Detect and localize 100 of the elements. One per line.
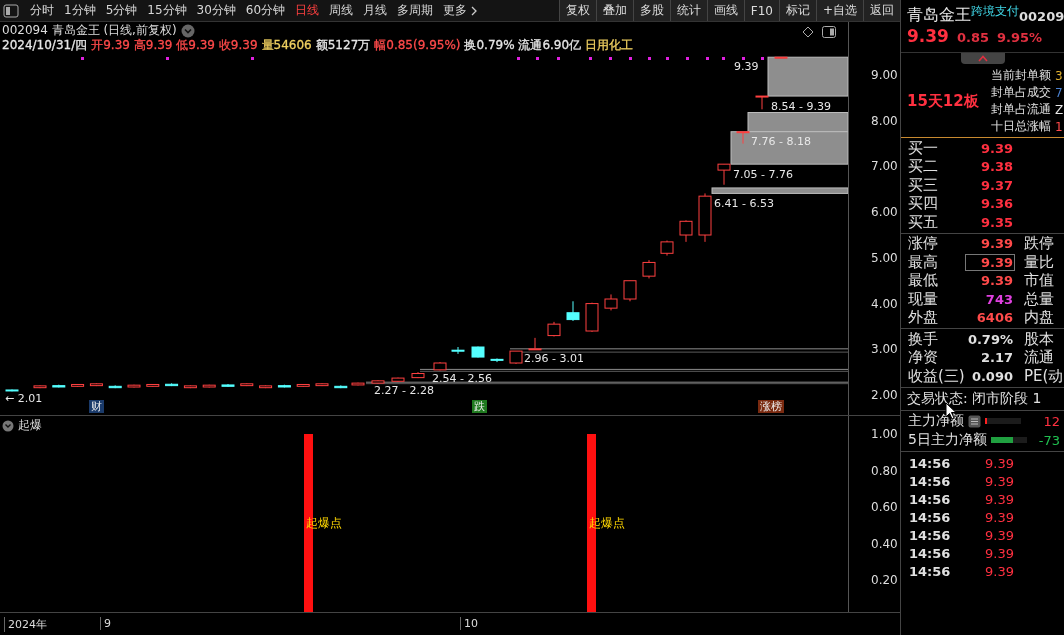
quote-text: 开9.39 高9.39 低9.39 收9.39 xyxy=(91,37,258,54)
toolbar-button[interactable]: 叠加 xyxy=(595,0,633,21)
event-marker[interactable]: 财 xyxy=(89,400,104,413)
flow-value: -73 xyxy=(1038,432,1061,448)
axis-label: 0.20 xyxy=(871,573,898,587)
candlestick xyxy=(183,384,197,389)
stat-value: 9.39 xyxy=(979,236,1014,252)
quote-text: 量54606 xyxy=(261,37,312,54)
stat-value: 9.39 xyxy=(979,273,1014,289)
percent-change: 9.95% xyxy=(997,30,1043,45)
axis-label: 8.00 xyxy=(871,113,898,128)
stat-label: 十日总涨幅 xyxy=(991,118,1051,135)
candlestick xyxy=(660,240,674,257)
candlestick xyxy=(471,346,485,358)
candlestick xyxy=(566,300,580,322)
axis-label: 5.00 xyxy=(871,250,898,265)
candlestick xyxy=(146,383,160,388)
period-tab[interactable]: 分时 xyxy=(25,2,59,19)
toolbar-button[interactable]: F10 xyxy=(743,0,779,21)
stat-label: 最低 xyxy=(908,271,939,291)
stat-value: 3 xyxy=(1055,68,1063,83)
toolbar-button[interactable]: 多股 xyxy=(632,0,670,21)
candlestick xyxy=(391,377,405,383)
price-range-label: 9.39 xyxy=(734,61,759,73)
stat-label: PE(动 xyxy=(1024,366,1064,386)
candlestick xyxy=(52,384,66,388)
price-range-label: 2.54 - 2.56 xyxy=(432,373,492,385)
quote-text: 额5127万 xyxy=(315,37,371,54)
candlestick xyxy=(89,382,103,387)
candlestick xyxy=(736,131,750,145)
toolbar-button[interactable]: 画线 xyxy=(706,0,744,21)
candlestick xyxy=(490,357,504,363)
candlestick xyxy=(296,383,310,388)
stat-label: 最高 xyxy=(908,252,939,272)
stat-value: 6406 xyxy=(975,310,1014,326)
bid-price: 9.36 xyxy=(979,196,1014,212)
period-tab[interactable]: 日线 xyxy=(290,2,325,19)
event-marker[interactable]: 涨榜 xyxy=(758,400,784,413)
candlestick xyxy=(165,382,179,387)
quote-text: 换0.79% 流通6.90亿 xyxy=(464,37,582,54)
concept-tag[interactable]: 跨境支付 xyxy=(971,3,1019,20)
stat-value: 743 xyxy=(984,291,1014,307)
panel-toggle-icon xyxy=(822,26,836,38)
stat-value: 7 xyxy=(1055,85,1063,100)
dropdown-icon xyxy=(180,23,195,38)
axis-label: 4.00 xyxy=(871,296,898,311)
candlestick xyxy=(774,56,788,59)
period-tab[interactable]: 1分钟 xyxy=(59,2,101,19)
axis-label: 7.00 xyxy=(871,159,898,174)
quote-text: 幅0.85(9.95%) xyxy=(374,37,461,54)
stat-label: 当前封单额 xyxy=(991,67,1051,84)
trading-status: 交易状态: 闭市阶段 1 xyxy=(907,389,1043,408)
toolbar-button[interactable]: 返回 xyxy=(863,0,900,21)
trade-time: 14:56 xyxy=(909,546,952,561)
period-tab[interactable]: 60分钟 xyxy=(240,2,291,19)
bid-label: 买三 xyxy=(908,175,939,195)
period-tab[interactable]: 周线 xyxy=(324,2,359,19)
stat-label: 净资 xyxy=(908,348,939,368)
period-tab[interactable]: 多周期 xyxy=(392,2,439,19)
candlestick xyxy=(240,382,254,387)
time-label: 9 xyxy=(100,617,111,630)
period-tab[interactable]: 15分钟 xyxy=(142,2,192,19)
candlestick xyxy=(509,350,523,365)
trade-price: 9.39 xyxy=(985,492,1014,507)
event-marker[interactable]: 跌 xyxy=(472,400,487,413)
period-tab[interactable]: 30分钟 xyxy=(191,2,241,19)
trade-time: 14:56 xyxy=(909,528,952,543)
toolbar-button[interactable]: 统计 xyxy=(669,0,707,21)
candlestick xyxy=(221,383,235,388)
trade-price: 9.39 xyxy=(985,474,1014,489)
toolbar-button[interactable]: 标记 xyxy=(778,0,816,21)
candlestick xyxy=(547,321,561,337)
stat-label: 量比 xyxy=(1024,252,1054,272)
stat-label: 流通 xyxy=(1024,348,1054,368)
stock-name: 青岛金王 xyxy=(907,5,971,26)
candlestick xyxy=(698,192,712,243)
stat-label: 市值 xyxy=(1024,271,1054,291)
period-tab[interactable]: 月线 xyxy=(358,2,393,19)
period-tab[interactable]: 5分钟 xyxy=(100,2,143,19)
diamond-icon xyxy=(802,26,814,38)
candlestick xyxy=(411,371,425,379)
toolbar-button[interactable]: +自选 xyxy=(815,0,863,21)
price-range-label: 7.76 - 8.18 xyxy=(751,136,811,148)
chart-title: 002094 青岛金王 (日线,前复权) xyxy=(2,22,177,39)
toolbar-button[interactable]: 复权 xyxy=(558,0,596,21)
candlestick xyxy=(433,361,447,371)
more-menu[interactable]: 更多 xyxy=(438,2,484,19)
list-icon xyxy=(968,414,981,428)
trade-time: 14:56 xyxy=(909,456,952,471)
candlestick xyxy=(202,384,216,388)
collapse-icon xyxy=(2,419,14,432)
stat-label: 封单占成交 xyxy=(991,84,1051,101)
stat-label: 跌停 xyxy=(1024,234,1054,254)
stat-value: 9.39 xyxy=(966,254,1014,270)
bid-label: 买四 xyxy=(908,194,939,214)
bid-label: 买一 xyxy=(908,138,939,158)
stat-value: 0.090 xyxy=(970,368,1014,384)
collapse-tab[interactable] xyxy=(960,53,1005,64)
limit-up-streak: 15天12板 xyxy=(906,91,980,111)
candlestick xyxy=(717,163,731,186)
